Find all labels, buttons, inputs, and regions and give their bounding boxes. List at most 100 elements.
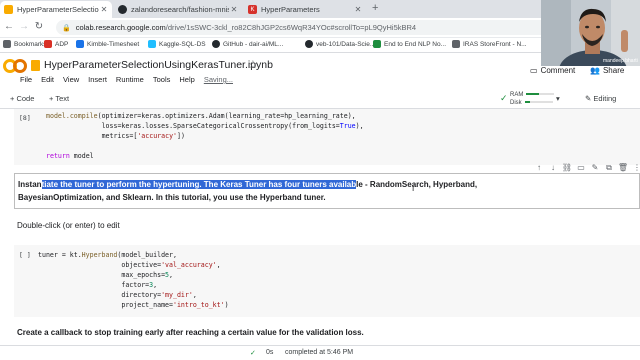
code-line: directory='my_dir', (38, 291, 197, 299)
browser-tab-keras[interactable]: K HyperParameters ✕ (244, 1, 366, 18)
close-tab-icon[interactable]: ✕ (353, 5, 363, 14)
code-line: factor=3, (38, 281, 158, 289)
bookmark-label: Bookmarks (14, 40, 47, 48)
disk-bar (524, 101, 553, 104)
close-tab-icon[interactable]: ✕ (99, 5, 109, 14)
code-line: loss=keras.losses.SparseCategoricalCross… (46, 122, 364, 130)
bookmark-label: Kaggle-SQL-DS (159, 40, 206, 48)
menu-help[interactable]: Help (179, 75, 194, 84)
menu-runtime[interactable]: Runtime (116, 75, 144, 84)
notebook-title[interactable]: HyperParameterSelectionUsingKerasTuner.i… (31, 59, 273, 71)
notebook-file-icon (31, 59, 40, 71)
code-line: tuner = kt.Hyperband(model_builder, (38, 251, 177, 259)
menu-edit[interactable]: Edit (41, 75, 54, 84)
move-up-icon[interactable]: ↑ (532, 163, 546, 173)
ram-label: RAM (510, 92, 524, 98)
share-button[interactable]: 👥 Share (590, 66, 624, 75)
status-bar: ✓ 0s completed at 5:46 PM (0, 345, 640, 360)
browser-tab-colab[interactable]: HyperParameterSelectionUsingK ✕ (0, 1, 112, 18)
bookmark-apps[interactable]: Bookmarks (3, 40, 47, 48)
markdown-placeholder[interactable]: Double-click (or enter) to edit (17, 219, 120, 232)
status-duration: 0s (266, 349, 274, 356)
status-check-icon: ✓ (250, 350, 256, 357)
markdown-text[interactable]: Create a callback to stop training early… (17, 326, 364, 339)
cell-prompt[interactable]: [ ] (19, 251, 31, 259)
browser-tab-github[interactable]: zalandoresearch/fashion-mnist ✕ (114, 1, 242, 18)
adp-icon (44, 40, 52, 48)
code-line: metrics=['accuracy']) (46, 132, 185, 140)
menu-file[interactable]: File (20, 75, 32, 84)
resources-dropdown-icon[interactable]: ▾ (556, 94, 560, 103)
edit-cell-icon[interactable]: ✎ (588, 163, 602, 173)
url-path: /drive/1sSWC-3ckl_ro82C8hJGP2cs6WqR34YOc… (165, 23, 417, 32)
code-line: return model (46, 152, 94, 160)
share-label: Share (602, 66, 625, 75)
url-host: colab.research.google.com (75, 23, 166, 32)
colab-logo-icon[interactable] (3, 58, 27, 74)
link-icon[interactable]: ⛓ (560, 163, 574, 173)
code-cell[interactable]: [8] model.compile(optimizer=keras.optimi… (14, 109, 640, 165)
colab-menu-bar: File Edit View Insert Runtime Tools Help… (20, 75, 242, 84)
connected-check-icon: ✓ (500, 93, 508, 103)
bookmark-label: GitHub - dair-ai/ML... (223, 40, 284, 48)
bookmark-label: veb-101/Data-Scie... (316, 40, 376, 48)
disk-label: Disk (510, 100, 522, 106)
editing-button[interactable]: ✎ Editing (585, 94, 616, 103)
comment-cell-icon[interactable]: ▭ (574, 163, 588, 173)
kimble-icon (76, 40, 84, 48)
bookmark-data-science[interactable]: veb-101/Data-Scie... (305, 40, 375, 48)
code-line: model.compile(optimizer=keras.optimizers… (46, 112, 356, 120)
mirror-cell-icon[interactable]: ⧉ (602, 163, 616, 173)
keras-favicon: K (248, 5, 257, 14)
star-icon[interactable]: ☆ (248, 58, 258, 71)
more-options-icon[interactable]: ⋮ (630, 163, 640, 173)
menu-view[interactable]: View (63, 75, 79, 84)
colab-toolbar: + Code + Text ✓ RAM Disk ▾ ✎ Editing (0, 89, 640, 109)
text-cell-selected[interactable]: Instantiate the tuner to perform the hyp… (14, 173, 640, 209)
nlp-icon (373, 40, 381, 48)
menu-insert[interactable]: Insert (88, 75, 107, 84)
tab-title: HyperParameterSelectionUsingK (17, 5, 99, 14)
screen: HyperParameterSelectionUsingK ✕ zalandor… (0, 0, 640, 360)
text-segment: Instan (18, 180, 42, 189)
text-segment: BayesianOptimization, and Sklearn. In th… (18, 193, 326, 202)
back-icon[interactable]: ← (3, 21, 15, 32)
bookmark-iras[interactable]: IRAS StoreFront - N... (452, 40, 527, 48)
code-line: max_epochs=5, (38, 271, 174, 279)
apps-icon (3, 40, 11, 48)
iras-icon (452, 40, 460, 48)
resource-monitor[interactable]: RAM Disk (510, 91, 555, 107)
status-completed: completed at 5:46 PM (285, 349, 354, 356)
new-tab-icon[interactable]: + (372, 2, 378, 14)
bookmark-label: ADP (55, 40, 69, 48)
presenter-video (541, 0, 640, 66)
share-icon: 👥 (590, 66, 600, 75)
bookmark-label: IRAS StoreFront - N... (463, 40, 527, 48)
menu-tools[interactable]: Tools (153, 75, 171, 84)
add-text-button[interactable]: + Text (49, 94, 69, 103)
kaggle-icon (148, 40, 156, 48)
editing-label: Editing (593, 94, 617, 103)
notebook-area: [8] model.compile(optimizer=keras.optimi… (0, 109, 640, 345)
cell-toolbar: ↑ ↓ ⛓ ▭ ✎ ⧉ 🗑 ⋮ (532, 163, 640, 173)
markdown-text: Instantiate the tuner to perform the hyp… (18, 178, 477, 204)
bookmark-nlp[interactable]: End to End NLP No... (373, 40, 446, 48)
bookmark-kimble[interactable]: Kimble-Timesheet (76, 40, 139, 48)
bookmark-github-ml[interactable]: GitHub - dair-ai/ML... (212, 40, 283, 48)
bookmark-kaggle[interactable]: Kaggle-SQL-DS (148, 40, 206, 48)
add-code-button[interactable]: + Code (10, 94, 34, 103)
forward-icon[interactable]: → (18, 21, 30, 32)
url-field[interactable]: 🔒 colab.research.google.com/drive/1sSWC-… (56, 20, 556, 35)
ram-bar (526, 93, 555, 96)
text-selection: tiate the tuner to perform the hypertuni… (41, 180, 357, 189)
text-segment: le - RandomSearch, Hyperband, (356, 180, 478, 189)
colab-favicon (4, 5, 13, 14)
move-down-icon[interactable]: ↓ (546, 163, 560, 173)
delete-cell-icon[interactable]: 🗑 (616, 163, 630, 173)
bookmark-adp[interactable]: ADP (44, 40, 68, 48)
close-tab-icon[interactable]: ✕ (229, 5, 239, 14)
comment-button[interactable]: ▭ Comment (530, 66, 575, 75)
reload-icon[interactable]: ↻ (33, 21, 45, 32)
text-cursor-icon: I (412, 184, 415, 193)
code-cell[interactable]: [ ] tuner = kt.Hyperband(model_builder, … (14, 245, 640, 317)
